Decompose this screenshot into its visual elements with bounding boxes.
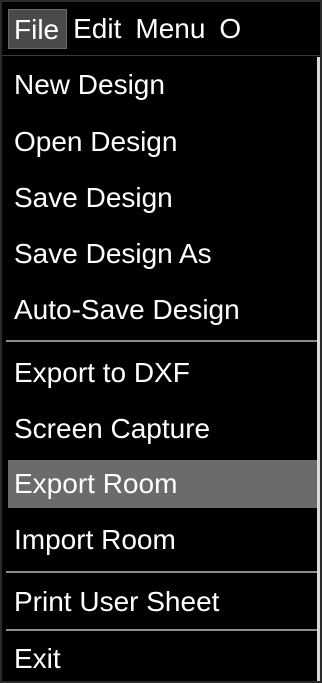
menu-file[interactable]: File <box>8 8 68 49</box>
menu-item-new-design[interactable]: New Design <box>2 61 317 109</box>
menu-item-save-design[interactable]: Save Design <box>2 174 317 222</box>
menu-item-exit[interactable]: Exit <box>2 635 317 681</box>
file-dropdown-menu: New Design Open Design Save Design Save … <box>2 57 320 681</box>
menu-o-truncated[interactable]: O <box>213 9 249 49</box>
menu-separator <box>6 571 317 573</box>
menu-item-screen-capture[interactable]: Screen Capture <box>2 405 317 453</box>
menu-item-print-user-sheet[interactable]: Print User Sheet <box>2 578 317 626</box>
menu-edit[interactable]: Edit <box>67 9 129 49</box>
menu-separator <box>6 340 317 342</box>
menu-item-export-room[interactable]: Export Room <box>8 460 317 508</box>
menu-item-open-design[interactable]: Open Design <box>2 118 317 166</box>
menu-item-export-to-dxf[interactable]: Export to DXF <box>2 349 317 397</box>
application-window: File Edit Menu O New Design Open Design … <box>0 0 322 683</box>
menu-separator <box>6 629 317 631</box>
menu-item-auto-save-design[interactable]: Auto-Save Design <box>2 286 317 334</box>
menu-menu[interactable]: Menu <box>129 9 213 49</box>
menu-item-import-room[interactable]: Import Room <box>2 516 317 564</box>
menu-bar: File Edit Menu O <box>2 2 320 56</box>
menu-item-save-design-as[interactable]: Save Design As <box>2 230 317 278</box>
